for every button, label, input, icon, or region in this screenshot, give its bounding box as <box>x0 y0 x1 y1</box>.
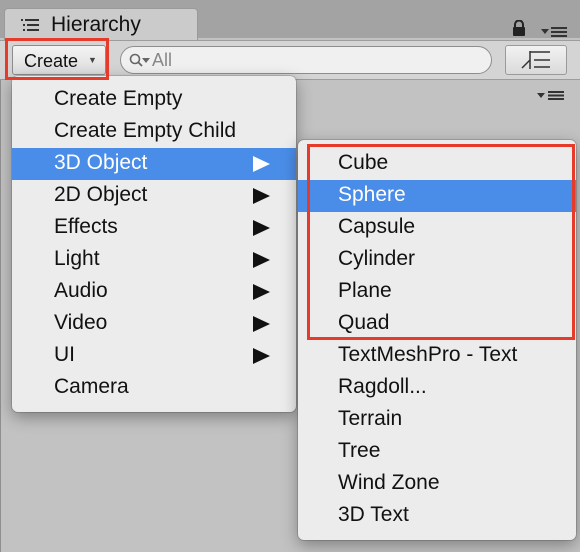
submenu-arrow-icon <box>253 156 270 172</box>
menu-item-label: Camera <box>54 375 129 398</box>
submenu-item-tree[interactable]: Tree <box>298 436 576 468</box>
menu-item-label: 2D Object <box>54 183 148 206</box>
submenu-item-3d-text[interactable]: 3D Text <box>298 500 576 532</box>
lock-icon[interactable] <box>512 20 526 36</box>
submenu-arrow-icon <box>253 220 270 236</box>
menu-item-2d-object[interactable]: 2D Object <box>12 180 296 212</box>
menu-item-label: 3D Object <box>54 151 148 174</box>
submenu-item-ragdoll[interactable]: Ragdoll... <box>298 372 576 404</box>
submenu-arrow-icon <box>253 316 270 332</box>
submenu-item-label: TextMeshPro - Text <box>338 343 518 366</box>
search-field[interactable]: All <box>120 46 492 74</box>
menu-item-light[interactable]: Light <box>12 244 296 276</box>
submenu-item-terrain[interactable]: Terrain <box>298 404 576 436</box>
search-icon <box>129 53 150 67</box>
tab-menu-icon[interactable] <box>540 24 568 38</box>
menu-item-camera[interactable]: Camera <box>12 372 296 404</box>
submenu-item-wind-zone[interactable]: Wind Zone <box>298 468 576 500</box>
menu-item-label: Audio <box>54 279 108 302</box>
menu-item-label: Create Empty Child <box>54 119 237 142</box>
menu-item-label: Video <box>54 311 108 334</box>
submenu-arrow-icon <box>253 284 270 300</box>
submenu-item-label: Wind Zone <box>338 471 440 494</box>
menu-item-label: Create Empty <box>54 87 183 110</box>
create-button-annotation <box>5 38 109 80</box>
hierarchy-tab[interactable]: Hierarchy <box>4 8 198 40</box>
menu-item-3d-object[interactable]: 3D Object <box>12 148 296 180</box>
menu-item-effects[interactable]: Effects <box>12 212 296 244</box>
submenu-item-label: 3D Text <box>338 503 409 526</box>
primitives-annotation <box>307 144 575 340</box>
submenu-arrow-icon <box>253 348 270 364</box>
menu-item-audio[interactable]: Audio <box>12 276 296 308</box>
filter-button[interactable] <box>505 45 567 75</box>
menu-item-ui[interactable]: UI <box>12 340 296 372</box>
submenu-item-label: Tree <box>338 439 381 462</box>
menu-item-label: Light <box>54 247 100 270</box>
submenu-arrow-icon <box>253 252 270 268</box>
submenu-arrow-icon <box>253 188 270 204</box>
menu-item-create-empty[interactable]: Create Empty <box>12 84 296 116</box>
tab-title: Hierarchy <box>51 13 141 36</box>
filter-icon <box>521 51 550 69</box>
menu-item-video[interactable]: Video <box>12 308 296 340</box>
scene-menu-icon[interactable] <box>536 90 566 100</box>
panel-edge <box>0 80 1 552</box>
hierarchy-list-icon <box>21 19 39 31</box>
menu-item-label: UI <box>54 343 75 366</box>
menu-item-label: Effects <box>54 215 118 238</box>
menu-item-create-empty-child[interactable]: Create Empty Child <box>12 116 296 148</box>
search-placeholder: All <box>152 50 173 70</box>
submenu-item-textmeshpro-text[interactable]: TextMeshPro - Text <box>298 340 576 372</box>
submenu-item-label: Ragdoll... <box>338 375 427 398</box>
create-menu: Create Empty Create Empty Child 3D Objec… <box>12 76 296 412</box>
submenu-item-label: Terrain <box>338 407 403 430</box>
